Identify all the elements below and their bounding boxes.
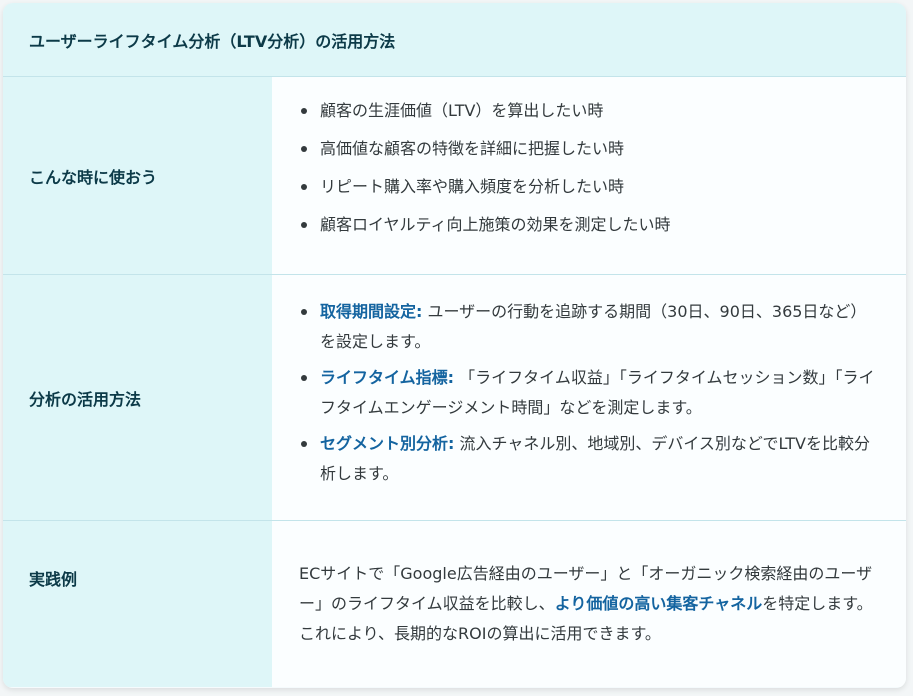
list-item: セグメント別分析: 流入チャネル別、地域別、デバイス別などでLTVを比較分析しま…	[299, 429, 876, 489]
item-term: セグメント別分析:	[320, 434, 455, 453]
method-list: 取得期間設定: ユーザーの行動を追跡する期間（30日、90日、365日など）を設…	[299, 297, 876, 489]
table-row-example: 実践例 ECサイトで「Google広告経由のユーザー」と「オーガニック検索経由の…	[3, 521, 906, 687]
example-paragraph: ECサイトで「Google広告経由のユーザー」と「オーガニック検索経由のユーザー…	[299, 559, 876, 649]
list-item: 顧客の生涯価値（LTV）を算出したい時	[299, 99, 906, 123]
row-label-cell: 分析の活用方法	[3, 275, 272, 520]
use-case-list: 顧客の生涯価値（LTV）を算出したい時 高価値な顧客の特徴を詳細に把握したい時 …	[299, 99, 906, 237]
table-row-when-to-use: こんな時に使おう 顧客の生涯価値（LTV）を算出したい時 高価値な顧客の特徴を詳…	[3, 77, 906, 275]
row-label: こんな時に使おう	[29, 167, 158, 187]
list-item: リピート購入率や購入頻度を分析したい時	[299, 175, 906, 199]
table-title: ユーザーライフタイム分析（LTV分析）の活用方法	[29, 31, 396, 51]
ltv-usage-table: ユーザーライフタイム分析（LTV分析）の活用方法 こんな時に使おう 顧客の生涯価…	[3, 3, 906, 688]
list-item: 高価値な顧客の特徴を詳細に把握したい時	[299, 137, 906, 161]
row-label: 実践例	[29, 570, 78, 589]
item-term: ライフタイム指標:	[320, 368, 455, 387]
table-header: ユーザーライフタイム分析（LTV分析）の活用方法	[3, 3, 906, 77]
example-highlight: より価値の高い集客チャネル	[554, 594, 763, 613]
list-item: 取得期間設定: ユーザーの行動を追跡する期間（30日、90日、365日など）を設…	[299, 297, 876, 357]
row-label: 分析の活用方法	[29, 389, 142, 409]
row-content-cell: 取得期間設定: ユーザーの行動を追跡する期間（30日、90日、365日など）を設…	[272, 275, 906, 520]
item-term: 取得期間設定:	[320, 302, 423, 321]
row-content-cell: ECサイトで「Google広告経由のユーザー」と「オーガニック検索経由のユーザー…	[272, 521, 906, 687]
row-content-cell: 顧客の生涯価値（LTV）を算出したい時 高価値な顧客の特徴を詳細に把握したい時 …	[272, 77, 906, 274]
row-label-cell: 実践例	[3, 521, 272, 687]
list-item: ライフタイム指標: 「ライフタイム収益」「ライフタイムセッション数」「ライフタイ…	[299, 363, 876, 423]
row-label-cell: こんな時に使おう	[3, 77, 272, 274]
table-row-how-to-use: 分析の活用方法 取得期間設定: ユーザーの行動を追跡する期間（30日、90日、3…	[3, 275, 906, 521]
list-item: 顧客ロイヤルティ向上施策の効果を測定したい時	[299, 213, 906, 237]
